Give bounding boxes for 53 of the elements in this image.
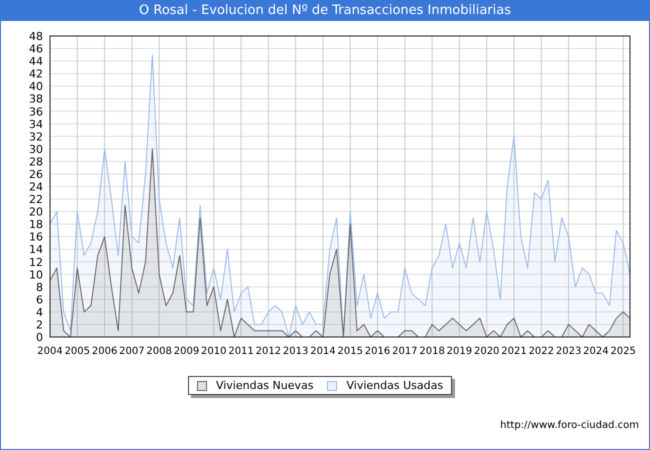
x-tick-label: 2019 [446, 346, 472, 357]
y-tick-label: 2 [36, 318, 43, 332]
y-tick-label: 40 [29, 80, 43, 94]
x-tick-label: 2018 [419, 346, 445, 357]
x-tick-label: 2004 [37, 346, 63, 357]
y-tick-label: 0 [36, 331, 43, 344]
source-url: http://www.foro-ciudad.com [500, 420, 639, 431]
y-tick-label: 38 [29, 92, 43, 106]
x-tick-label: 2015 [338, 346, 363, 357]
y-tick-label: 28 [29, 155, 43, 168]
x-tick-label: 2005 [64, 346, 90, 357]
x-tick-label: 2007 [119, 346, 145, 357]
x-tick-label: 2024 [583, 346, 609, 357]
x-tick-label: 2021 [501, 346, 527, 357]
x-tick-label: 2017 [392, 346, 418, 357]
x-tick-label: 2012 [256, 346, 282, 357]
y-tick-label: 48 [29, 30, 43, 43]
x-tick-label: 2011 [228, 346, 254, 357]
y-tick-label: 10 [29, 268, 43, 282]
x-tick-label: 2006 [92, 346, 118, 357]
legend-label: Viviendas Usadas [346, 379, 444, 392]
x-tick-label: 2014 [310, 346, 336, 357]
x-tick-label: 2013 [282, 346, 308, 357]
chart-title: O Rosal - Evolucion del Nº de Transacciones Inmobiliarias [1, 0, 649, 21]
y-tick-label: 26 [29, 168, 43, 181]
y-tick-label: 30 [29, 142, 43, 156]
x-tick-label: 2010 [201, 346, 226, 357]
y-tick-label: 8 [36, 280, 43, 294]
x-tick-label: 2016 [364, 346, 390, 357]
y-tick-label: 20 [29, 206, 43, 219]
y-tick-label: 14 [29, 243, 43, 256]
y-tick-label: 36 [29, 105, 43, 118]
x-tick-label: 2025 [610, 346, 636, 357]
y-tick-label: 46 [29, 42, 43, 56]
y-tick-label: 34 [29, 118, 43, 131]
legend-swatch [327, 380, 338, 390]
legend-swatch [196, 380, 207, 390]
y-tick-label: 16 [29, 230, 43, 244]
y-tick-label: 32 [29, 130, 43, 144]
y-tick-label: 24 [29, 180, 43, 194]
y-tick-label: 12 [29, 256, 43, 269]
y-tick-label: 4 [36, 306, 43, 319]
y-tick-label: 18 [29, 218, 43, 232]
y-tick-label: 22 [29, 193, 43, 206]
legend-label: Viviendas Nuevas [216, 379, 314, 392]
x-tick-label: 2009 [174, 346, 200, 357]
x-tick-label: 2020 [474, 346, 500, 357]
x-tick-label: 2022 [528, 346, 554, 357]
x-tick-label: 2008 [146, 346, 172, 357]
x-tick-label: 2023 [556, 346, 582, 357]
y-tick-label: 42 [29, 68, 43, 81]
y-tick-label: 44 [29, 55, 43, 68]
y-tick-label: 6 [36, 293, 43, 306]
